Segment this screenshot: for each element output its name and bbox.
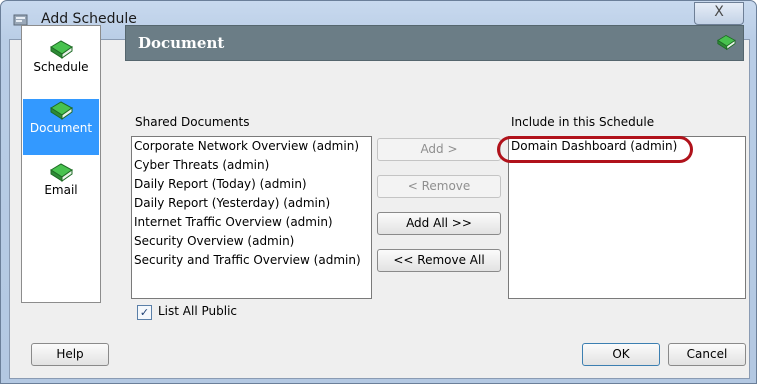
list-item[interactable]: Daily Report (Yesterday) (admin) (132, 194, 371, 213)
list-item[interactable]: Security Overview (admin) (132, 232, 371, 251)
sidebar-item-label: Email (44, 183, 78, 197)
close-icon: X (714, 4, 724, 20)
remove-all-button[interactable]: << Remove All (377, 249, 501, 272)
add-all-button[interactable]: Add All >> (377, 212, 501, 235)
add-schedule-dialog: Add Schedule X Schedule Document Email D… (0, 0, 757, 384)
sidebar-item-schedule[interactable]: Schedule (23, 38, 99, 94)
sidebar: Schedule Document Email (21, 25, 101, 303)
sidebar-item-document[interactable]: Document (23, 99, 99, 155)
ok-button[interactable]: OK (582, 343, 660, 366)
document-panel-header: Document (125, 25, 744, 61)
shared-documents-label: Shared Documents (135, 115, 250, 129)
remove-button[interactable]: < Remove (377, 175, 501, 198)
help-button[interactable]: Help (31, 343, 109, 366)
close-button[interactable]: X (694, 2, 744, 25)
list-all-public-label: List All Public (158, 304, 237, 318)
checkmark-icon: ✓ (139, 306, 150, 319)
cancel-button[interactable]: Cancel (668, 343, 746, 366)
book-icon (50, 40, 73, 59)
book-icon (50, 101, 73, 120)
add-button[interactable]: Add > (377, 138, 501, 161)
book-icon (717, 34, 736, 51)
list-item[interactable]: Security and Traffic Overview (admin) (132, 251, 371, 270)
list-item[interactable]: Internet Traffic Overview (admin) (132, 213, 371, 232)
include-in-schedule-label: Include in this Schedule (511, 115, 655, 129)
list-item[interactable]: Corporate Network Overview (admin) (132, 137, 371, 156)
panel-title: Document (138, 34, 225, 52)
list-item[interactable]: Daily Report (Today) (admin) (132, 175, 371, 194)
list-all-public-checkbox[interactable]: ✓ (137, 305, 152, 320)
list-item[interactable]: Cyber Threats (admin) (132, 156, 371, 175)
sidebar-item-label: Document (29, 121, 93, 135)
sidebar-item-email[interactable]: Email (23, 161, 99, 217)
shared-documents-list[interactable]: Corporate Network Overview (admin) Cyber… (131, 136, 372, 299)
annotation-highlight-ring (497, 136, 693, 163)
book-icon (50, 163, 73, 182)
sidebar-item-label: Schedule (33, 60, 89, 74)
